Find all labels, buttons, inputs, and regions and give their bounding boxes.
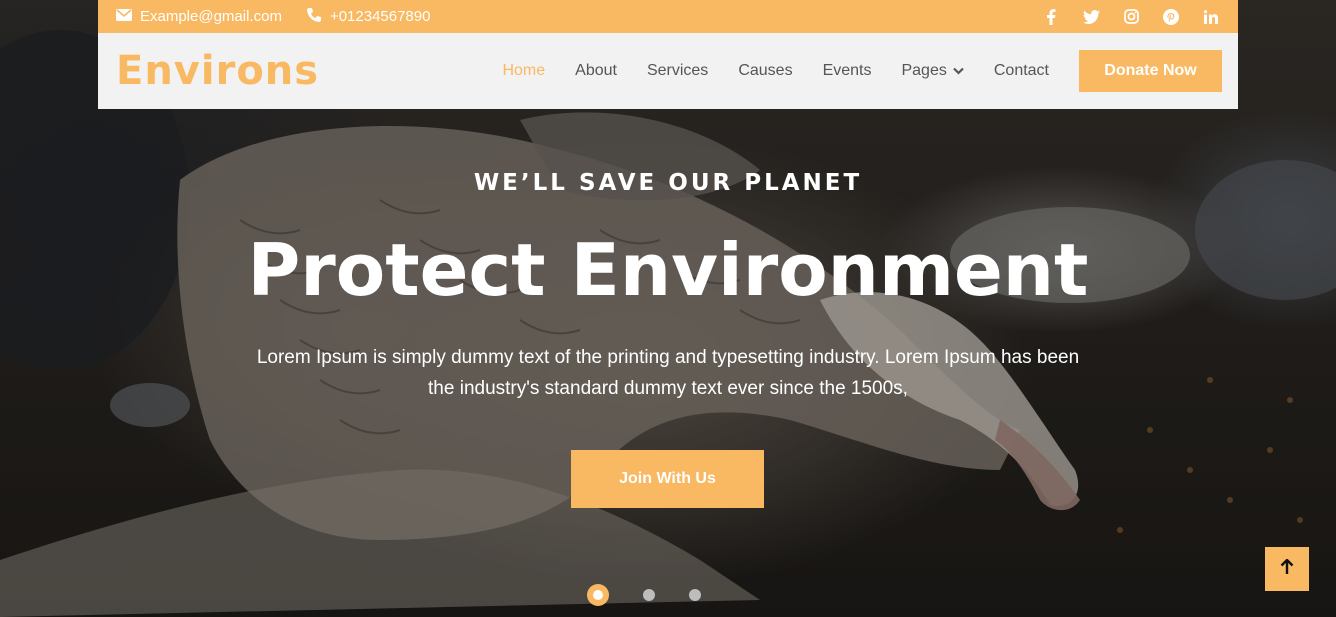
linkedin-icon[interactable] — [1202, 8, 1220, 26]
phone-text: +01234567890 — [329, 8, 431, 25]
nav-link-about[interactable]: About — [575, 62, 617, 80]
back-to-top-button[interactable] — [1265, 547, 1309, 591]
carousel-indicators — [587, 584, 701, 606]
arrow-up-icon — [1280, 557, 1294, 580]
instagram-icon[interactable] — [1122, 8, 1140, 26]
nav-link-contact[interactable]: Contact — [994, 62, 1049, 80]
nav-links: Home About Services Causes Events Pages … — [502, 62, 1049, 80]
join-with-us-button[interactable]: Join With Us — [571, 450, 764, 508]
facebook-icon[interactable] — [1042, 8, 1060, 26]
email-contact[interactable]: Example@gmail.com — [116, 8, 282, 25]
site-logo[interactable]: Environs — [116, 48, 319, 94]
nav-link-pages-label: Pages — [901, 62, 947, 79]
contact-info: Example@gmail.com +01234567890 — [116, 7, 430, 27]
pinterest-icon[interactable] — [1162, 8, 1180, 26]
envelope-icon — [116, 8, 132, 25]
carousel-dot-3[interactable] — [689, 589, 701, 601]
donate-now-button[interactable]: Donate Now — [1079, 50, 1222, 92]
main-navbar: Environs Home About Services Causes Even… — [98, 33, 1238, 109]
social-links — [1042, 8, 1220, 26]
hero-headline: Protect Environment — [247, 228, 1089, 312]
nav-link-pages-dropdown[interactable]: Pages — [901, 62, 964, 80]
nav-link-causes[interactable]: Causes — [738, 62, 792, 80]
carousel-dot-1[interactable] — [587, 584, 609, 606]
nav-link-services[interactable]: Services — [647, 62, 708, 80]
twitter-icon[interactable] — [1082, 8, 1100, 26]
nav-link-events[interactable]: Events — [823, 62, 872, 80]
nav-right: Home About Services Causes Events Pages … — [502, 50, 1222, 92]
phone-contact[interactable]: +01234567890 — [306, 7, 431, 27]
phone-icon — [306, 7, 322, 27]
top-contact-bar: Example@gmail.com +01234567890 — [98, 0, 1238, 33]
carousel-dot-2[interactable] — [643, 589, 655, 601]
nav-link-home[interactable]: Home — [502, 62, 545, 80]
hero-lead-text: Lorem Ipsum is simply dummy text of the … — [256, 347, 1080, 399]
email-text: Example@gmail.com — [140, 8, 282, 25]
chevron-down-icon — [953, 62, 964, 80]
hero-kicker: WE’LL SAVE OUR PLANET — [473, 170, 863, 196]
